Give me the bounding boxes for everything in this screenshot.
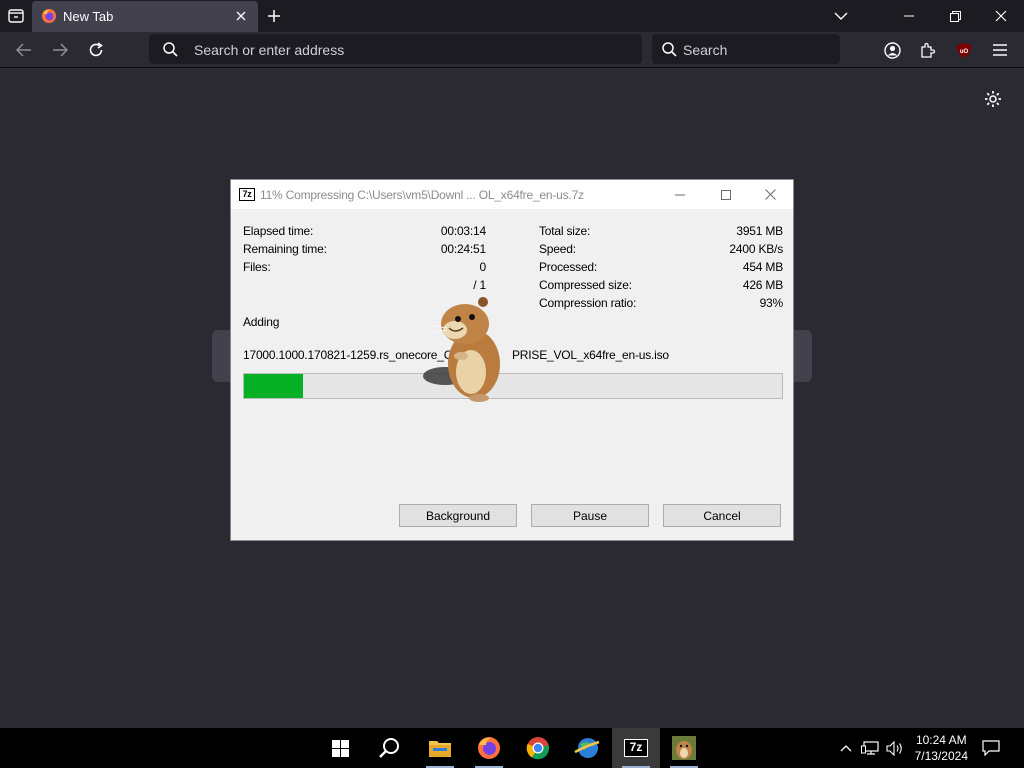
tab-overview-icon[interactable] bbox=[6, 7, 26, 25]
seven-zip-taskbar-label: 7z bbox=[624, 739, 648, 757]
new-tab-settings-gear-icon[interactable] bbox=[982, 88, 1004, 110]
taskbar-chrome-icon[interactable] bbox=[514, 728, 562, 768]
forward-arrow-icon[interactable] bbox=[48, 39, 72, 61]
compression-progress-bar bbox=[243, 373, 783, 399]
remaining-time-value: 00:24:51 bbox=[440, 242, 486, 256]
compression-ratio-label: Compression ratio: bbox=[539, 296, 637, 310]
dialog-title-bar[interactable]: 7z 11% Compressing C:\Users\vm5\Downl ..… bbox=[231, 180, 793, 209]
total-size-value: 3951 MB bbox=[736, 224, 783, 238]
remaining-time-label: Remaining time: bbox=[243, 242, 327, 256]
restore-icon[interactable] bbox=[944, 6, 966, 26]
tab-close-icon[interactable] bbox=[232, 7, 250, 25]
dialog-minimize-icon[interactable] bbox=[657, 180, 703, 209]
reload-icon[interactable] bbox=[84, 39, 108, 61]
progress-bar-fill bbox=[244, 374, 304, 398]
search-icon bbox=[661, 41, 677, 57]
compression-ratio-value: 93% bbox=[759, 296, 784, 310]
background-button[interactable]: Background bbox=[399, 504, 517, 527]
compressed-size-label: Compressed size: bbox=[539, 278, 632, 292]
files-total-value: / 1 bbox=[473, 278, 486, 292]
search-bar[interactable]: Search bbox=[652, 34, 840, 64]
seven-zip-icon: 7z bbox=[239, 188, 255, 201]
taskbar-hamster-app-icon[interactable] bbox=[660, 728, 708, 768]
taskbar-edge-globe-icon[interactable] bbox=[563, 728, 611, 768]
compressed-size-value: 426 MB bbox=[742, 278, 783, 292]
svg-text:uO: uO bbox=[960, 49, 969, 55]
list-all-tabs-chevron-icon[interactable] bbox=[830, 6, 852, 26]
search-placeholder: Search bbox=[683, 42, 728, 58]
minimize-icon[interactable] bbox=[898, 6, 920, 26]
speed-value: 2400 KB/s bbox=[729, 242, 783, 256]
processed-value: 454 MB bbox=[742, 260, 783, 274]
browser-nav-bar: Search or enter address Search uO bbox=[0, 32, 1024, 68]
total-size-label: Total size: bbox=[539, 224, 591, 238]
start-windows-icon[interactable] bbox=[316, 728, 364, 768]
browser-tab-bar: New Tab bbox=[0, 0, 1024, 32]
taskbar-firefox-icon[interactable] bbox=[465, 728, 513, 768]
action-label: Adding bbox=[243, 315, 280, 329]
hamster-desktop-pet-icon[interactable] bbox=[419, 294, 509, 402]
show-hidden-icons-chevron-icon[interactable] bbox=[838, 740, 854, 756]
elapsed-time-label: Elapsed time: bbox=[243, 224, 314, 238]
extensions-puzzle-icon[interactable] bbox=[916, 38, 940, 62]
volume-speaker-icon[interactable] bbox=[884, 738, 906, 758]
compression-progress-dialog: 7z 11% Compressing C:\Users\vm5\Downl ..… bbox=[230, 179, 794, 541]
search-icon bbox=[162, 41, 178, 57]
tab-label: New Tab bbox=[63, 9, 114, 24]
pause-button[interactable]: Pause bbox=[531, 504, 649, 527]
files-value: 0 bbox=[479, 260, 487, 274]
dialog-title: 11% Compressing C:\Users\vm5\Downl ... O… bbox=[260, 188, 584, 202]
dialog-maximize-icon[interactable] bbox=[703, 180, 749, 209]
dialog-close-icon[interactable] bbox=[747, 180, 793, 209]
network-icon[interactable] bbox=[860, 739, 880, 757]
cancel-button[interactable]: Cancel bbox=[663, 504, 781, 527]
speed-label: Speed: bbox=[539, 242, 576, 256]
account-icon[interactable] bbox=[880, 38, 904, 62]
taskbar-search-icon[interactable] bbox=[366, 728, 414, 768]
url-placeholder: Search or enter address bbox=[194, 42, 345, 58]
firefox-icon bbox=[41, 8, 57, 27]
processed-label: Processed: bbox=[539, 260, 598, 274]
notification-center-icon[interactable] bbox=[980, 738, 1002, 758]
new-tab-plus-icon[interactable] bbox=[264, 6, 284, 26]
clock-time: 10:24 AM bbox=[915, 733, 967, 747]
files-label: Files: bbox=[243, 260, 271, 274]
file-explorer-icon[interactable] bbox=[416, 728, 464, 768]
close-window-icon[interactable] bbox=[990, 6, 1012, 26]
ublock-origin-icon[interactable]: uO bbox=[952, 38, 976, 62]
clock-date: 7/13/2024 bbox=[914, 749, 968, 763]
url-bar[interactable]: Search or enter address bbox=[149, 34, 642, 64]
hamburger-menu-icon[interactable] bbox=[988, 38, 1012, 62]
windows-taskbar: 7z 10:24 AM 7/13/2024 bbox=[0, 728, 1024, 768]
taskbar-clock[interactable]: 10:24 AM 7/13/2024 bbox=[915, 732, 968, 764]
elapsed-time-value: 00:03:14 bbox=[440, 224, 486, 238]
current-file-name-end: PRISE_VOL_x64fre_en-us.iso bbox=[512, 348, 669, 362]
tab-new-tab[interactable]: New Tab bbox=[32, 1, 258, 32]
taskbar-seven-zip-icon[interactable]: 7z bbox=[612, 728, 660, 768]
back-arrow-icon[interactable] bbox=[12, 39, 36, 61]
